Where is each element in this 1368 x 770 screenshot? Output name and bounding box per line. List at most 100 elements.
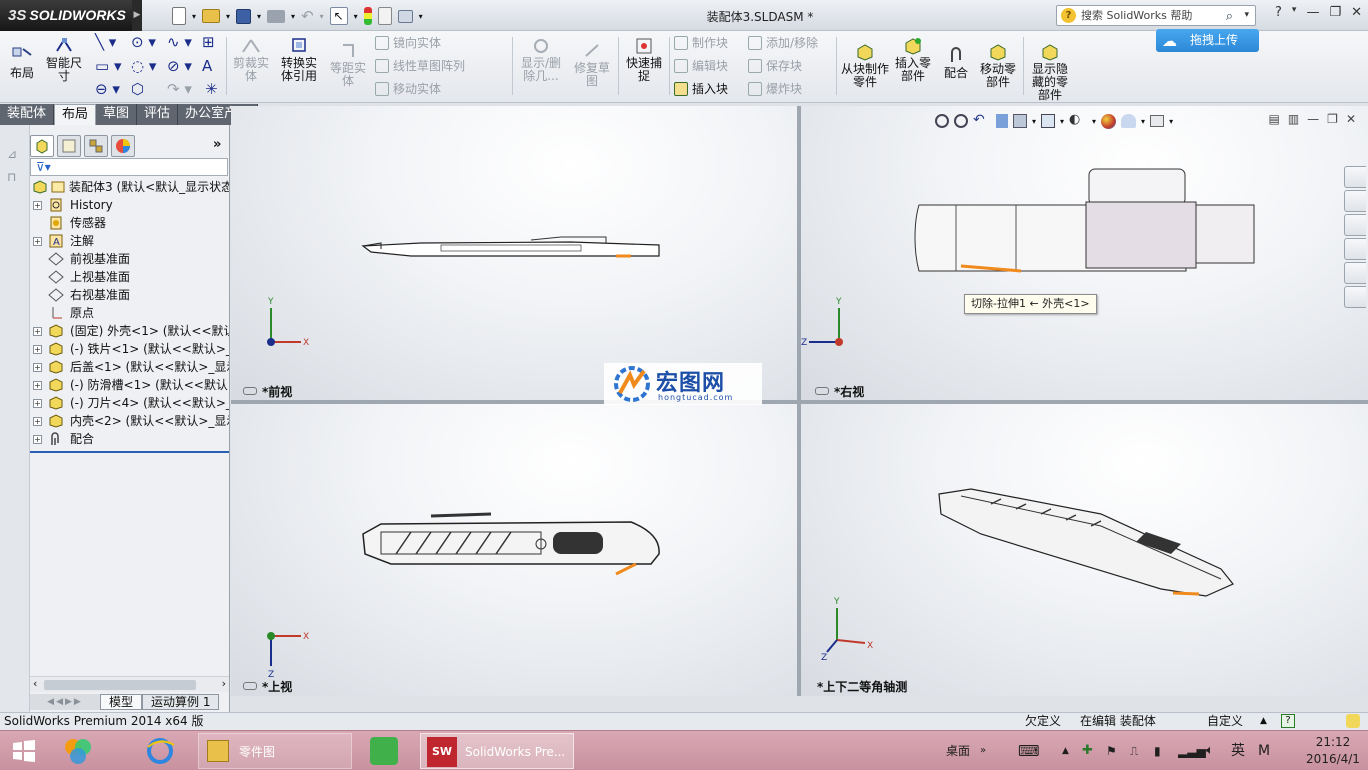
insert-block-button[interactable]: 插入块 xyxy=(674,82,728,96)
dropdown-arrow-icon[interactable]: ▾ xyxy=(257,12,261,21)
text-tool-icon[interactable]: A xyxy=(202,58,212,74)
tab-layout[interactable]: 布局 xyxy=(54,104,97,125)
tree-item-component[interactable]: + 内壳<2> (默认<<默认>_显示 xyxy=(30,412,229,430)
taskbar-folder-window[interactable]: 零件图 xyxy=(198,733,352,769)
more-tabs-icon[interactable]: » xyxy=(213,137,221,152)
tree-item-front-plane[interactable]: 前视基准面 xyxy=(30,250,229,268)
expand-icon[interactable]: + xyxy=(33,201,42,210)
tree-horizontal-scrollbar[interactable]: ‹ › xyxy=(30,676,229,692)
tree-item-component[interactable]: + (-) 防滑槽<1> (默认<<默认> xyxy=(30,376,229,394)
save-icon[interactable] xyxy=(236,8,252,24)
display-style-icon[interactable]: ◐ xyxy=(1069,112,1087,130)
mate-button[interactable]: 配合 xyxy=(940,47,972,80)
dropdown-arrow-icon[interactable]: ▾ xyxy=(320,12,324,21)
line-tool-icon[interactable]: ╲ ▾ xyxy=(95,34,116,50)
mirror-entities-button[interactable]: 镜向实体 xyxy=(375,36,441,50)
usb-tray-icon[interactable]: ⎍ xyxy=(1130,731,1138,770)
tag-icon[interactable] xyxy=(1346,714,1360,728)
view-orientation-cube-icon[interactable] xyxy=(1041,114,1056,128)
move-entities-button[interactable]: 移动实体 xyxy=(375,82,441,96)
scroll-right-icon[interactable]: › xyxy=(222,677,226,690)
start-windows-icon[interactable] xyxy=(10,733,46,769)
section-view-icon[interactable] xyxy=(996,114,1008,128)
tree-item-top-plane[interactable]: 上视基准面 xyxy=(30,268,229,286)
appearances-icon[interactable] xyxy=(1344,262,1366,284)
expand-icon[interactable]: + xyxy=(33,381,42,390)
circle-tool-icon[interactable]: ⊙ ▾ xyxy=(131,34,156,50)
select-pointer-icon[interactable]: ↖ xyxy=(329,7,348,25)
grid-tool-icon[interactable]: ⊞ xyxy=(202,34,215,50)
tray-expand-icon[interactable]: ▲ xyxy=(1062,731,1069,770)
keyboard-icon[interactable]: ⌨ xyxy=(1018,731,1040,770)
dropdown-arrow-icon[interactable]: ▾ xyxy=(419,12,423,21)
step-side-icon[interactable]: ⊓ xyxy=(7,170,23,184)
input-language-indicator[interactable]: 英 xyxy=(1231,731,1245,770)
trim-entities-button[interactable]: 剪裁实体 xyxy=(230,37,272,83)
toolbar-expand-icon[interactable]: » xyxy=(980,731,986,770)
dropdown-arrow-icon[interactable]: ▾ xyxy=(192,12,196,21)
tile-vertical-icon[interactable]: ▥ xyxy=(1288,112,1299,126)
viewport-top[interactable]: Z X *上视 xyxy=(231,404,797,696)
tree-item-mates[interactable]: + 配合 xyxy=(30,430,229,448)
convert-entities-button[interactable]: 转换实体引用 xyxy=(278,37,320,83)
viewport-minimize-icon[interactable]: — xyxy=(1307,112,1319,126)
solidworks-logo[interactable]: 3S SOLIDWORKS xyxy=(0,0,132,31)
zoom-to-area-icon[interactable] xyxy=(954,114,968,128)
undo-icon[interactable]: ↶ xyxy=(301,7,314,25)
tree-item-component[interactable]: + 后盖<1> (默认<<默认>_显示 xyxy=(30,358,229,376)
dropdown-arrow-icon[interactable]: ▾ xyxy=(1060,117,1064,126)
tree-item-sensors[interactable]: 传感器 xyxy=(30,214,229,232)
new-document-icon[interactable] xyxy=(172,7,186,25)
previous-view-icon[interactable]: ↶ xyxy=(973,112,991,130)
tree-item-component[interactable]: + (-) 铁片<1> (默认<<默认>_ xyxy=(30,340,229,358)
edit-block-button[interactable]: 编辑块 xyxy=(674,59,728,73)
custom-properties-icon[interactable] xyxy=(1344,286,1366,308)
drag-upload-button[interactable]: ☁ 拖拽上传 xyxy=(1156,29,1259,52)
dropdown-arrow-icon[interactable]: ▾ xyxy=(354,12,358,21)
tab-evaluate[interactable]: 评估 xyxy=(137,104,179,125)
tree-item-origin[interactable]: 原点 xyxy=(30,304,229,322)
display-delete-relations-button[interactable]: 显示/删除几... xyxy=(516,37,566,83)
tree-item-annotations[interactable]: + A 注解 xyxy=(30,232,229,250)
security-tray-icon[interactable]: ✚ xyxy=(1082,731,1093,770)
show-hidden-components-button[interactable]: 显示隐藏的零部件 xyxy=(1027,43,1073,102)
flag-tray-icon[interactable]: ⚑ xyxy=(1106,731,1117,770)
viewport-right[interactable]: Y Z *右视 xyxy=(801,106,1368,400)
tree-item-history[interactable]: + History xyxy=(30,196,229,214)
home-icon[interactable] xyxy=(1344,166,1366,188)
spline-tool-icon[interactable]: ∿ ▾ xyxy=(167,34,192,50)
color-app-icon[interactable] xyxy=(60,733,104,769)
help-status-icon[interactable]: ? xyxy=(1281,714,1295,728)
scroll-left-icon[interactable]: ‹ xyxy=(33,677,37,690)
expand-icon[interactable]: + xyxy=(33,435,42,444)
file-properties-icon[interactable] xyxy=(377,7,392,25)
save-block-button[interactable]: 保存块 xyxy=(748,59,802,73)
viewport-front[interactable]: Y X *前视 xyxy=(231,106,797,400)
network-signal-icon[interactable]: ▂▃▅ xyxy=(1178,731,1206,770)
viewport-horizontal-splitter[interactable] xyxy=(231,400,1368,404)
expand-icon[interactable]: + xyxy=(33,399,42,408)
slot-tool-icon[interactable]: ⊖ ▾ xyxy=(95,81,120,97)
file-explorer-icon[interactable] xyxy=(1344,214,1366,236)
expand-icon[interactable]: + xyxy=(33,345,42,354)
explode-block-button[interactable]: 爆炸块 xyxy=(748,82,802,96)
view-palette-icon[interactable] xyxy=(1344,238,1366,260)
expand-icon[interactable]: + xyxy=(33,363,42,372)
viewport-restore-icon[interactable]: ❐ xyxy=(1327,112,1338,126)
make-part-from-block-button[interactable]: 从块制作零件 xyxy=(840,43,890,89)
sketch-side-icon[interactable]: ⊿ xyxy=(7,147,23,161)
offset-entities-button[interactable]: 等距实体 xyxy=(326,42,370,88)
expand-icon[interactable]: + xyxy=(33,237,42,246)
property-manager-tab-icon[interactable] xyxy=(57,135,81,157)
options-icon[interactable] xyxy=(397,9,413,23)
desktop-toolbar-label[interactable]: 桌面 xyxy=(946,731,970,770)
help-dropdown-icon[interactable]: ▾ xyxy=(1292,5,1297,20)
device-tray-icon[interactable]: ▮ xyxy=(1154,731,1161,770)
ellipse-tool-icon[interactable]: ⊘ ▾ xyxy=(167,58,192,74)
move-component-button[interactable]: 移动零部件 xyxy=(976,43,1020,89)
dropdown-arrow-icon[interactable]: ▾ xyxy=(1169,117,1173,126)
units-dropdown-icon[interactable]: ▲ xyxy=(1260,713,1267,730)
quick-snaps-button[interactable]: 快速捕捉 xyxy=(622,37,666,83)
tab-navigation-arrows-icon[interactable]: ◀◀▶▶ xyxy=(30,694,100,710)
minimize-button[interactable]: — xyxy=(1306,5,1319,20)
